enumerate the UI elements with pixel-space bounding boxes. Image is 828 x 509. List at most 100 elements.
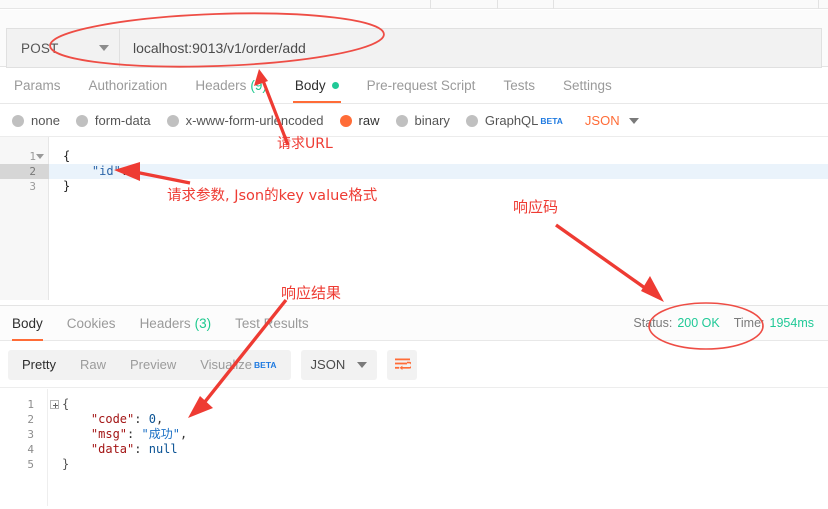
request-body-editor[interactable]: 1 { 2 "id":1 3 } [0,137,828,300]
body-type-urlencoded[interactable]: x-www-form-urlencoded [166,113,324,128]
tab-divider [818,0,819,9]
line-text: } [63,179,71,193]
view-mode-preview[interactable]: Preview [118,352,188,378]
response-line: 3 "msg": "成功", [0,427,828,442]
json-key: "id" [91,164,121,178]
word-wrap-icon[interactable] [387,349,418,380]
tab-divider [553,0,554,9]
line-text-composed: "code": 0, [48,412,163,427]
json-value: null [148,442,178,456]
line-number: 3 [29,180,36,193]
http-method-select[interactable]: POST [6,28,119,68]
line-text: } [62,457,70,471]
chevron-down-icon [99,45,109,51]
response-tab-body[interactable]: Body [0,305,55,341]
url-input[interactable]: localhost:9013/v1/order/add [119,28,822,68]
time-label: Time: [733,316,765,330]
response-tab-cookies[interactable]: Cookies [55,305,128,341]
response-tab-headers-label: Headers [139,315,191,331]
tab-tests[interactable]: Tests [489,67,549,103]
view-mode-raw-label: Raw [79,357,106,372]
response-format-select[interactable]: JSON [300,349,378,380]
body-type-none-label: none [31,113,60,128]
line-number: 2 [0,164,49,179]
line-number: 3 [27,428,34,441]
fold-arrow-icon[interactable] [36,154,44,159]
visualize-beta-badge: BETA [254,359,277,370]
tab-divider [497,0,498,9]
editor-line: 1 { [0,149,828,164]
tab-body-label: Body [294,77,326,93]
chevron-down-icon [357,361,368,368]
response-tab-cookies-label: Cookies [66,315,116,331]
line-number: 4 [27,443,34,456]
tab-authorization-label: Authorization [88,77,168,93]
chevron-down-icon [628,117,639,124]
response-tab-body-label: Body [12,315,43,331]
radio-icon [12,114,24,127]
json-tail: , [179,427,188,441]
response-tab-headers[interactable]: Headers (3) [128,305,224,341]
response-tab-headers-count: (3) [194,315,212,331]
fold-box-icon[interactable] [50,400,59,409]
radio-icon [465,114,478,127]
tab-authorization[interactable]: Authorization [75,67,182,103]
json-value: 0 [148,412,156,426]
json-tail: , [155,412,164,426]
view-mode-visualize[interactable]: Visualize BETA [188,352,288,378]
line-text-composed: "msg": "成功", [48,427,187,442]
view-mode-raw[interactable]: Raw [68,352,118,378]
response-view-toolbar: Pretty Raw Preview Visualize BETA JSON [0,342,828,388]
response-line: 5 } [0,457,828,472]
line-text-composed: "id":1 [49,164,137,179]
body-type-urlencoded-label: x-www-form-urlencoded [185,113,324,128]
json-value: "成功" [141,427,180,441]
body-type-binary[interactable]: binary [395,113,450,128]
text-cursor [135,165,137,177]
status-label: Status: [633,316,673,330]
status-value: 200 OK [677,316,720,330]
time-value: 1954ms [769,316,814,330]
tab-pre-request-script[interactable]: Pre-request Script [353,67,490,103]
request-format-select[interactable]: JSON [585,113,639,128]
json-colon: : [120,164,129,178]
json-key: "data" [90,442,135,456]
request-format-value: JSON [584,113,620,128]
line-text: { [63,149,71,163]
line-number: 1 [27,398,34,411]
response-tab-test-results[interactable]: Test Results [223,305,321,341]
window-tab-strip [0,0,828,9]
request-url-bar: POST localhost:9013/v1/order/add [0,10,828,68]
tab-settings[interactable]: Settings [549,67,626,103]
request-tabs: Params Authorization Headers (9) Body Pr… [0,68,828,104]
tab-body[interactable]: Body [281,67,353,103]
json-key: "code" [90,412,135,426]
body-type-none[interactable]: none [12,113,60,128]
tab-headers[interactable]: Headers (9) [181,67,281,103]
tab-settings-label: Settings [562,77,612,93]
editor-line: 3 } [0,179,828,194]
response-line: 1 { [0,397,828,412]
response-format-value: JSON [310,357,346,372]
body-type-form-data[interactable]: form-data [75,113,151,128]
body-type-raw[interactable]: raw [339,113,380,128]
response-body-viewer[interactable]: 1 { 2 "code": 0, 3 "msg": "成功", 4 "data"… [0,389,828,506]
line-text-composed: "data": null [48,442,178,457]
editor-line-active: 2 "id":1 [0,164,828,179]
tab-pre-request-script-label: Pre-request Script [366,77,476,93]
body-type-graphql[interactable]: GraphQL BETA [465,113,563,128]
tab-params[interactable]: Params [0,67,75,103]
tab-params-label: Params [14,77,61,93]
json-key: "msg" [90,427,128,441]
view-mode-preview-label: Preview [129,357,177,372]
word-wrap-glyph [394,358,411,370]
view-mode-pretty-label: Pretty [22,357,56,372]
url-input-value: localhost:9013/v1/order/add [133,40,306,56]
radio-icon [395,114,408,127]
tab-headers-label: Headers [195,77,247,93]
line-number: 2 [27,413,34,426]
tab-tests-label: Tests [503,77,535,93]
response-tab-test-results-label: Test Results [235,315,309,331]
view-mode-pretty[interactable]: Pretty [10,352,68,378]
